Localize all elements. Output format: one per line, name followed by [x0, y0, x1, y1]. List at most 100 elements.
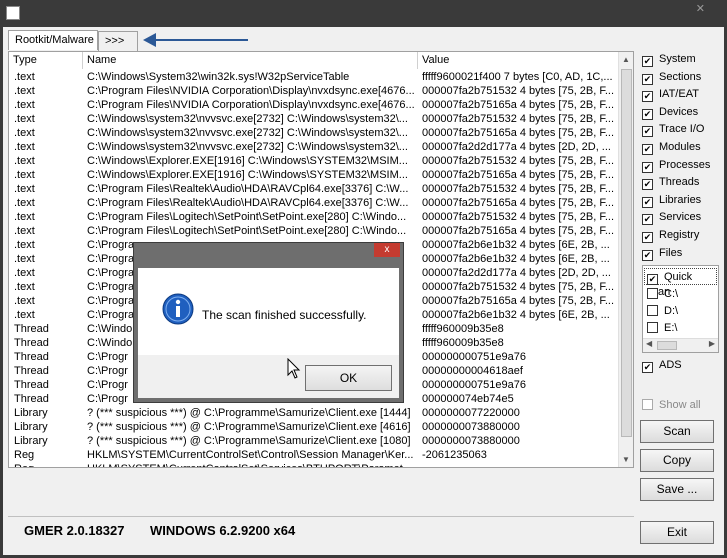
option-label: Services	[659, 211, 702, 224]
table-row[interactable]: Library ? (*** suspicious ***) @ C:\Progr…	[9, 420, 619, 434]
table-row[interactable]: .text C:\Program Files\Logitech\SetPoint\…	[9, 224, 619, 238]
row-type-cell: .text	[14, 211, 35, 223]
files-listbox[interactable]: ✔ Quick scan C:\ D:\ E:\ ◀ ▶	[642, 265, 719, 353]
row-name-cell: C:\Program Files\Logitech\SetPoint\SetPo…	[87, 211, 407, 223]
table-row[interactable]: .text C:\Windows\system32\nvvsvc.exe[2732…	[9, 126, 619, 140]
option-checkbox[interactable]: ✔	[642, 144, 653, 155]
row-type-cell: .text	[14, 183, 35, 195]
scroll-up-icon[interactable]: ▲	[622, 55, 630, 64]
files-item-quick-scan[interactable]: ✔ Quick scan	[647, 270, 718, 298]
option-checkbox[interactable]: ✔	[642, 214, 653, 226]
option-modules[interactable]: ✔ Modules	[642, 140, 701, 156]
save-button[interactable]: Save ...	[640, 478, 714, 501]
window-close-icon[interactable]: ✕	[696, 2, 705, 15]
option-checkbox[interactable]: ✔	[642, 179, 653, 191]
window-titlebar: ✕	[0, 0, 727, 27]
exit-button[interactable]: Exit	[640, 521, 714, 544]
option-checkbox[interactable]: ✔	[642, 126, 653, 138]
table-row[interactable]: .text C:\Windows\system32\nvvsvc.exe[2732…	[9, 112, 619, 126]
option-system[interactable]: ✔ System	[642, 52, 696, 68]
option-sections[interactable]: ✔ Sections	[642, 70, 701, 86]
version-label: GMER 2.0.18327	[24, 523, 125, 538]
column-header-type[interactable]: Type	[9, 52, 83, 69]
table-row[interactable]: .text C:\Program Files\NVIDIA Corporation…	[9, 84, 619, 98]
option-checkbox[interactable]: ✔	[642, 161, 653, 173]
table-row[interactable]: .text C:\Program Files\Realtek\Audio\HDA\…	[9, 182, 619, 196]
row-name-cell: C:\Windows\Explorer.EXE[1916] C:\Windows…	[87, 169, 408, 181]
option-checkbox[interactable]: ✔	[642, 91, 653, 103]
vertical-scrollbar[interactable]: ▲ ▼	[618, 52, 633, 467]
option-label: Devices	[659, 105, 699, 118]
scan-button[interactable]: Scan	[640, 420, 714, 443]
show-all-checkbox[interactable]	[642, 399, 653, 410]
column-header-name[interactable]: Name	[83, 52, 418, 69]
option-checkbox[interactable]: ✔	[642, 108, 653, 120]
files-item-checkbox[interactable]	[647, 322, 658, 333]
dialog-body: The scan finished successfully. OK	[138, 268, 399, 398]
row-value-cell: 000007fa2b75165a 4 bytes [75, 2B, F...	[422, 99, 615, 111]
files-item-drive[interactable]: C:\	[647, 287, 678, 303]
table-row[interactable]: Library ? (*** suspicious ***) @ C:\Progr…	[9, 406, 619, 420]
option-threads[interactable]: ✔ Threads	[642, 175, 699, 191]
option-checkbox[interactable]: ✔	[642, 249, 653, 261]
option-ads[interactable]: ✔ ADS	[642, 358, 682, 374]
option-show-all[interactable]: Show all	[642, 398, 701, 414]
option-libraries[interactable]: ✔ Libraries	[642, 193, 701, 209]
option-checkbox[interactable]: ✔	[642, 196, 653, 208]
option-checkbox[interactable]: ✔	[642, 232, 653, 243]
scroll-down-icon[interactable]: ▼	[622, 455, 630, 464]
option-services[interactable]: ✔ Services	[642, 210, 701, 226]
row-type-cell: .text	[14, 267, 35, 279]
table-row[interactable]: .text C:\Windows\system32\nvvsvc.exe[2732…	[9, 140, 619, 154]
ads-checkbox[interactable]: ✔	[642, 362, 653, 373]
os-label: WINDOWS 6.2.9200 x64	[150, 523, 296, 538]
option-checkbox[interactable]: ✔	[642, 56, 653, 67]
row-value-cell: -2061235063	[422, 449, 487, 461]
table-row[interactable]: .text C:\Program Files\NVIDIA Corporation…	[9, 98, 619, 112]
row-value-cell: 000007fa2b751532 4 bytes [75, 2B, F...	[422, 183, 615, 195]
tab-rootkit-malware[interactable]: Rootkit/Malware	[8, 30, 98, 50]
row-value-cell: 000007fa2b751532 4 bytes [75, 2B, F...	[422, 85, 615, 97]
table-row[interactable]: .text C:\Windows\Explorer.EXE[1916] C:\Wi…	[9, 168, 619, 182]
horizontal-scrollbar[interactable]: ◀ ▶	[643, 338, 718, 352]
table-row[interactable]: Reg HKLM\SYSTEM\CurrentControlSet\Control…	[9, 448, 619, 462]
option-processes[interactable]: ✔ Processes	[642, 158, 710, 174]
table-row[interactable]: .text C:\Program Files\Logitech\SetPoint\…	[9, 210, 619, 224]
row-type-cell: .text	[14, 85, 35, 97]
files-item-checkbox[interactable]: ✔	[647, 274, 658, 285]
option-label: Trace I/O	[659, 123, 705, 136]
ok-button[interactable]: OK	[305, 365, 392, 391]
scroll-left-icon[interactable]: ◀	[646, 339, 652, 348]
option-trace-i-o[interactable]: ✔ Trace I/O	[642, 122, 704, 138]
files-item-checkbox[interactable]	[647, 305, 658, 316]
row-value-cell: 000007fa2d2d177a 4 bytes [2D, 2D, ...	[422, 141, 611, 153]
table-row[interactable]: .text C:\Program Files\Realtek\Audio\HDA\…	[9, 196, 619, 210]
dialog-close-button[interactable]: x	[374, 243, 400, 257]
files-item-drive[interactable]: D:\	[647, 304, 678, 320]
copy-button[interactable]: Copy	[640, 449, 714, 472]
files-item-checkbox[interactable]	[647, 288, 658, 299]
scrollbar-thumb[interactable]	[657, 341, 677, 350]
row-name-cell: C:\Windows\system32\nvvsvc.exe[2732] C:\…	[87, 127, 408, 139]
option-iat-eat[interactable]: ✔ IAT/EAT	[642, 87, 699, 103]
column-header-value[interactable]: Value	[418, 52, 619, 69]
row-value-cell: 000000000751e9a76	[422, 379, 527, 391]
table-row[interactable]: .text C:\Windows\Explorer.EXE[1916] C:\Wi…	[9, 154, 619, 168]
row-name-cell: HKLM\SYSTEM\CurrentControlSet\Services\B…	[87, 462, 421, 467]
option-devices[interactable]: ✔ Devices	[642, 105, 698, 121]
tab-more[interactable]: >>>	[98, 31, 138, 51]
files-item-drive[interactable]: E:\	[647, 321, 677, 337]
table-row[interactable]: RegHKLM\SYSTEM\CurrentControlSet\Service…	[9, 462, 619, 467]
table-row[interactable]: .text C:\Windows\System32\win32k.sys!W32p…	[9, 70, 619, 84]
scroll-right-icon[interactable]: ▶	[709, 339, 715, 348]
option-label: Threads	[659, 176, 700, 189]
row-type-cell: Thread	[14, 351, 49, 363]
table-row[interactable]: Library ? (*** suspicious ***) @ C:\Progr…	[9, 434, 619, 448]
row-name-cell: C:\Program Files\Logitech\SetPoint\SetPo…	[87, 225, 407, 237]
option-checkbox[interactable]: ✔	[642, 73, 653, 85]
option-files[interactable]: ✔ Files	[642, 246, 682, 262]
row-value-cell: 0000000073880000	[422, 435, 520, 447]
row-type-cell: .text	[14, 253, 35, 265]
option-registry[interactable]: ✔ Registry	[642, 228, 699, 244]
scrollbar-thumb[interactable]	[621, 69, 632, 437]
